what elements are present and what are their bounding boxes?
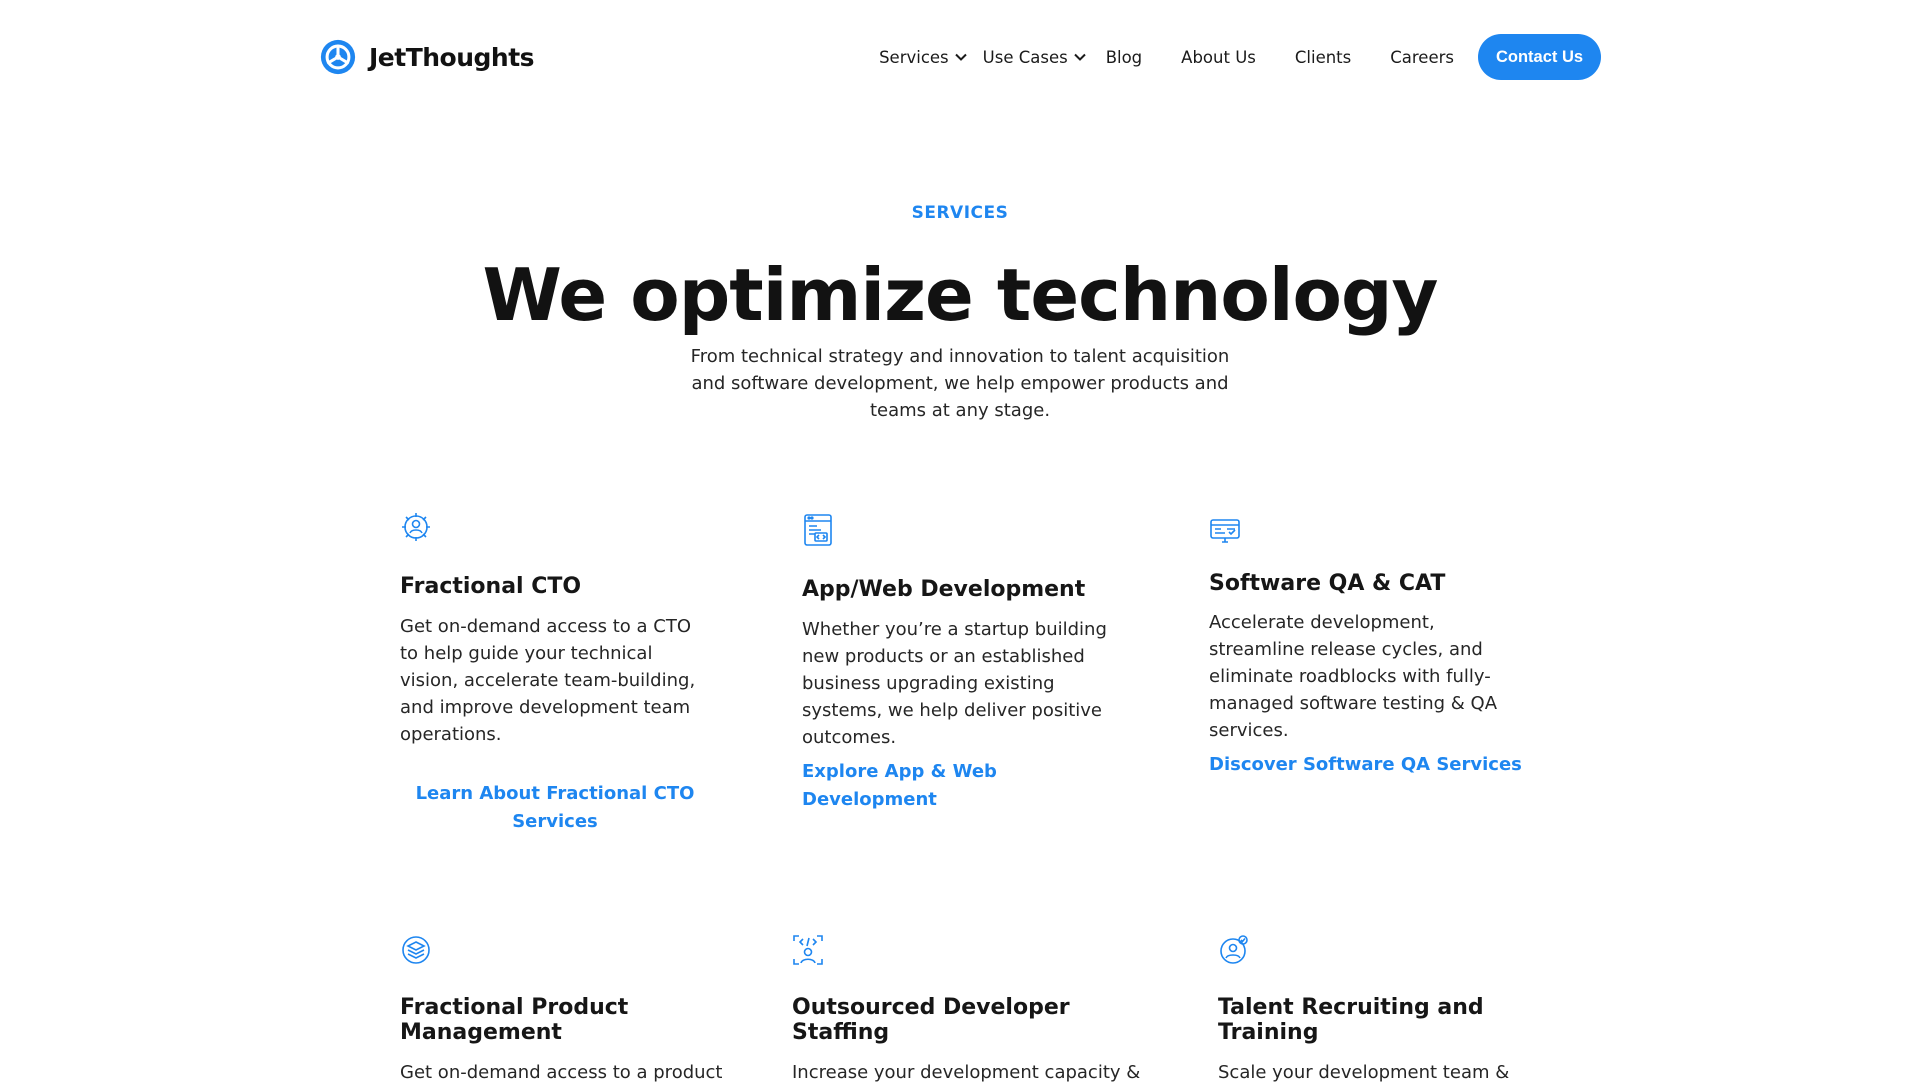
nav-use-cases-label: Use Cases: [982, 47, 1068, 67]
nav-careers[interactable]: Careers: [1390, 48, 1454, 67]
jetthoughts-logo-icon: [320, 39, 356, 75]
talent-person-target-icon: [1220, 935, 1248, 964]
service-card-software-qa: Software QA & CAT Accelerate development…: [1209, 514, 1529, 775]
service-card-fractional-product-management: Fractional Product Management Get on-dem…: [400, 933, 730, 1083]
card-description: Accelerate development, streamline relea…: [1209, 612, 1498, 741]
nav-use-cases[interactable]: Use Cases: [983, 48, 1086, 67]
chevron-down-icon: [954, 53, 967, 61]
logo[interactable]: JetThoughts: [319, 38, 535, 76]
card-description: Whether you’re a startup building new pr…: [802, 619, 1107, 748]
card-title: Software QA & CAT: [1209, 571, 1446, 596]
cto-gear-person-icon: [402, 513, 430, 541]
service-card-fractional-cto: Fractional CTO Get on-demand access to a…: [400, 511, 710, 832]
hero-subtitle: From technical strategy and innovation t…: [690, 346, 1230, 421]
card-title: Talent Recruiting and Training: [1218, 995, 1484, 1045]
product-layers-icon: [402, 936, 430, 964]
developer-code-person-icon: [793, 935, 823, 965]
explore-app-web-development-link[interactable]: Explore App & Web Development: [802, 758, 1132, 814]
contact-us-button[interactable]: Contact Us: [1478, 34, 1601, 80]
nav-services[interactable]: Services: [879, 48, 967, 67]
nav-clients[interactable]: Clients: [1295, 48, 1351, 67]
card-title: Outsourced Developer Staffing: [792, 995, 1070, 1045]
nav-blog[interactable]: Blog: [1106, 48, 1142, 67]
card-title: Fractional Product Management: [400, 995, 629, 1045]
card-title: Fractional CTO: [400, 574, 582, 599]
card-description: Get on-demand access to a CTO to help gu…: [400, 616, 696, 745]
service-card-talent-recruiting: Talent Recruiting and Training Scale you…: [1218, 933, 1538, 1083]
card-description: Increase your development capacity &: [792, 1062, 1141, 1083]
qa-screen-icon: [1210, 519, 1240, 543]
main-nav: Services Use Cases Blog About Us Clients…: [879, 34, 1601, 80]
section-eyebrow: SERVICES: [911, 203, 1009, 223]
chevron-down-icon: [1073, 53, 1086, 61]
learn-fractional-cto-link[interactable]: Learn About Fractional CTO Services: [400, 780, 710, 836]
discover-software-qa-link[interactable]: Discover Software QA Services: [1209, 751, 1522, 779]
card-description: Scale your development team &: [1218, 1062, 1510, 1083]
card-title: App/Web Development: [802, 577, 1086, 602]
service-card-outsourced-developer-staffing: Outsourced Developer Staffing Increase y…: [792, 933, 1140, 1083]
page-title: We optimize technology: [482, 253, 1439, 337]
web-window-code-icon: [804, 514, 832, 546]
service-card-app-web-development: App/Web Development Whether you’re a sta…: [802, 513, 1132, 810]
card-description: Get on-demand access to a product: [400, 1062, 723, 1083]
nav-services-label: Services: [879, 47, 949, 67]
logo-text: JetThoughts: [369, 42, 535, 72]
nav-about-us[interactable]: About Us: [1181, 48, 1256, 67]
